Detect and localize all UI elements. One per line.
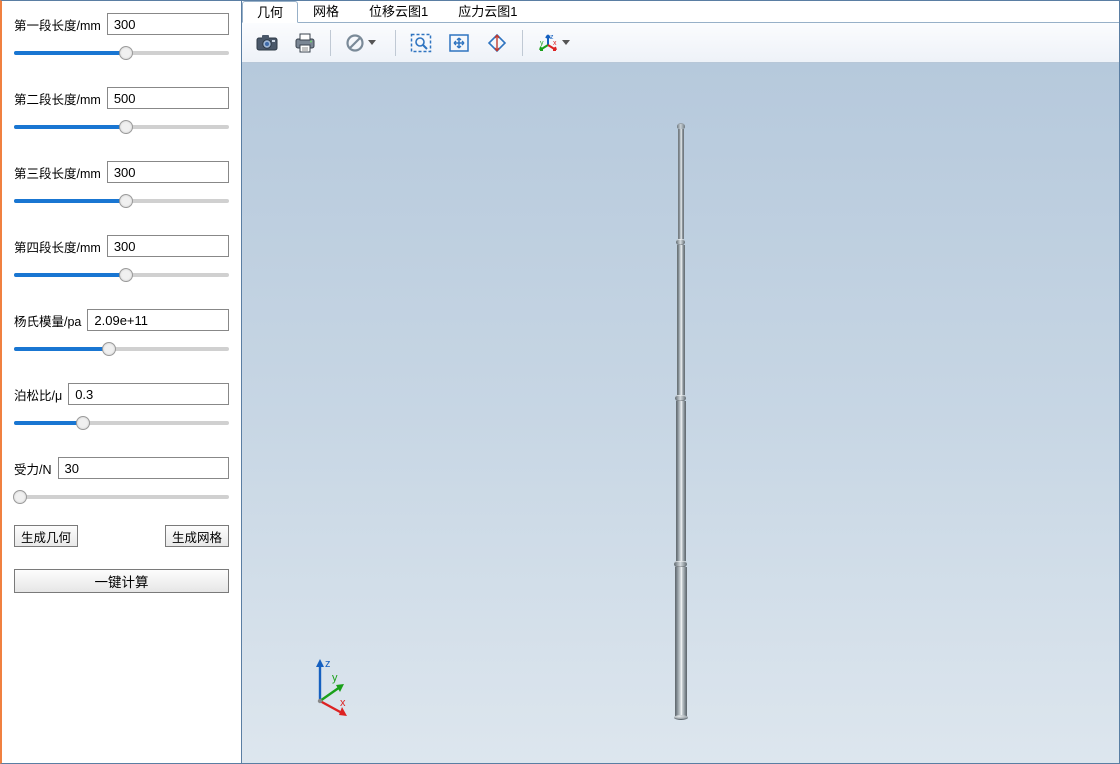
tab-displacement[interactable]: 位移云图1: [354, 0, 443, 22]
model-pole: [674, 123, 688, 720]
param-poisson: 泊松比/μ: [14, 383, 229, 433]
tab-mesh[interactable]: 网格: [298, 0, 354, 22]
param-input-seg3[interactable]: [107, 161, 229, 183]
param-force: 受力/N: [14, 457, 229, 507]
param-input-seg2[interactable]: [107, 87, 229, 109]
tab-stress[interactable]: 应力云图1: [443, 0, 532, 22]
axis-orientation-icon[interactable]: z y x: [531, 28, 579, 58]
param-seg3: 第三段长度/mm: [14, 161, 229, 211]
param-slider-youngs[interactable]: [14, 337, 229, 359]
toolbar-separator: [395, 30, 396, 56]
parameter-sidebar: 第一段长度/mm 第二段长度/mm 第三段长度/mm: [2, 1, 242, 763]
param-youngs: 杨氏模量/pa: [14, 309, 229, 359]
param-input-force[interactable]: [58, 457, 229, 479]
param-input-seg1[interactable]: [107, 13, 229, 35]
svg-text:y: y: [540, 40, 544, 47]
app-root: 第一段长度/mm 第二段长度/mm 第三段长度/mm: [0, 0, 1120, 764]
axis-triad: z y x: [300, 657, 360, 717]
print-icon[interactable]: [288, 28, 322, 58]
no-entry-icon[interactable]: [339, 28, 387, 58]
param-input-seg4[interactable]: [107, 235, 229, 257]
generate-mesh-button[interactable]: 生成网格: [165, 525, 229, 547]
param-label: 受力/N: [14, 459, 52, 478]
generate-geometry-button[interactable]: 生成几何: [14, 525, 78, 547]
screenshot-icon[interactable]: [250, 28, 284, 58]
param-input-youngs[interactable]: [87, 309, 229, 331]
param-slider-seg3[interactable]: [14, 189, 229, 211]
param-label: 第四段长度/mm: [14, 237, 101, 256]
compute-button[interactable]: 一键计算: [14, 569, 229, 593]
viewport-toolbar: z y x: [242, 23, 1119, 63]
zoom-extents-icon[interactable]: [442, 28, 476, 58]
param-slider-force[interactable]: [14, 485, 229, 507]
axis-y-label: y: [332, 672, 338, 684]
param-label: 泊松比/μ: [14, 385, 62, 404]
chevron-down-icon: [562, 40, 570, 45]
param-seg2: 第二段长度/mm: [14, 87, 229, 137]
axis-z-label: z: [325, 658, 331, 670]
toolbar-separator: [330, 30, 331, 56]
param-slider-seg4[interactable]: [14, 263, 229, 285]
param-slider-seg1[interactable]: [14, 41, 229, 63]
toolbar-separator: [522, 30, 523, 56]
zoom-inout-icon[interactable]: [480, 28, 514, 58]
param-label: 杨氏模量/pa: [14, 311, 81, 330]
svg-text:x: x: [553, 40, 557, 47]
param-seg1: 第一段长度/mm: [14, 13, 229, 63]
param-label: 第一段长度/mm: [14, 15, 101, 34]
tab-geometry[interactable]: 几何: [242, 1, 298, 23]
model-viewport[interactable]: z y x: [242, 63, 1119, 763]
param-slider-seg2[interactable]: [14, 115, 229, 137]
axis-x-label: x: [340, 697, 346, 709]
zoom-window-icon[interactable]: [404, 28, 438, 58]
main-area: 几何 网格 位移云图1 应力云图1: [242, 1, 1119, 763]
generate-buttons-row: 生成几何 生成网格: [14, 525, 229, 547]
param-input-poisson[interactable]: [68, 383, 229, 405]
tab-bar: 几何 网格 位移云图1 应力云图1: [242, 1, 1119, 23]
param-label: 第三段长度/mm: [14, 163, 101, 182]
param-slider-poisson[interactable]: [14, 411, 229, 433]
param-seg4: 第四段长度/mm: [14, 235, 229, 285]
param-label: 第二段长度/mm: [14, 89, 101, 108]
chevron-down-icon: [368, 40, 376, 45]
